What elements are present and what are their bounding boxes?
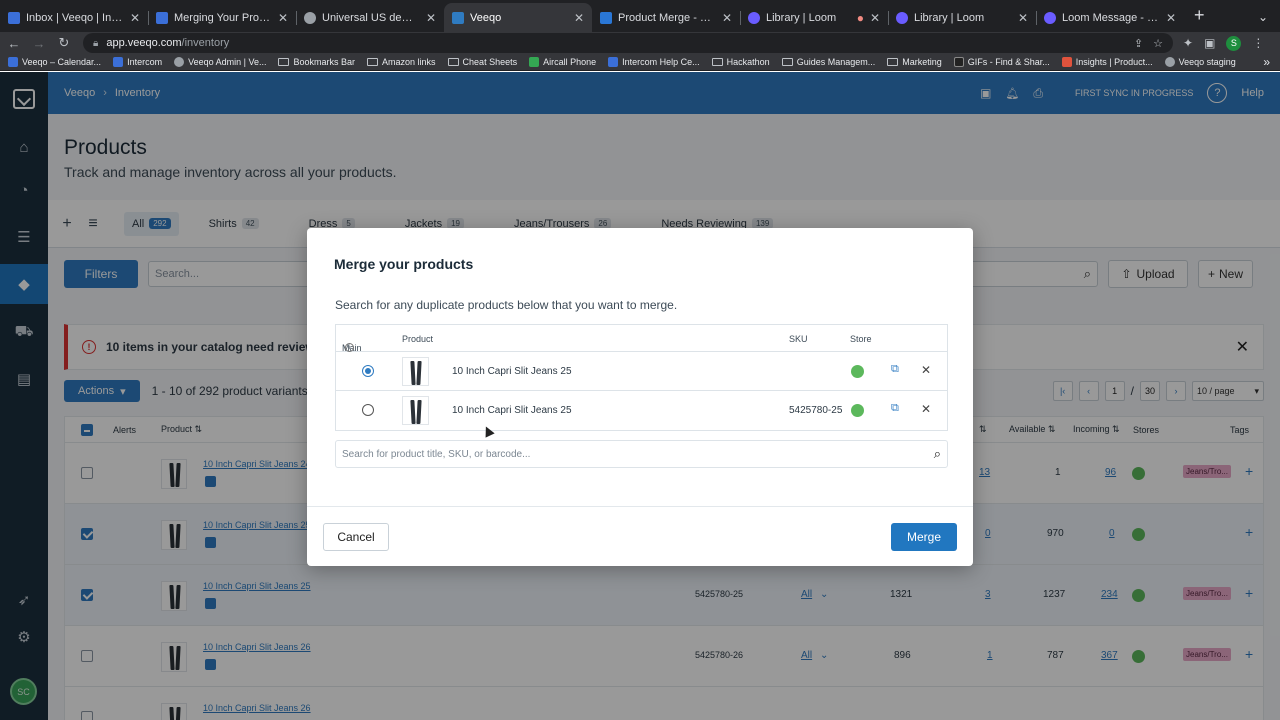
tab-favicon-icon: [1044, 11, 1056, 24]
browser-menu-icon[interactable]: ⋮: [1252, 36, 1264, 50]
merge-product-name: 10 Inch Capri Slit Jeans 25: [452, 366, 572, 377]
merge-products-table: Main i Product SKU Store 10 Inch Capri Sl…: [335, 324, 948, 431]
bookmark-item[interactable]: Insights | Product...: [1061, 57, 1153, 67]
tab-favicon-icon: [304, 11, 316, 24]
forward-icon[interactable]: →: [28, 36, 50, 51]
tab-favicon-icon: [156, 11, 168, 24]
close-tab-icon[interactable]: ✕: [426, 11, 436, 25]
modal-description: Search for any duplicate products below …: [335, 298, 678, 312]
folder-icon: [887, 58, 899, 66]
bookmark-folder[interactable]: Marketing: [887, 57, 942, 67]
product-thumbnail: [402, 357, 429, 386]
merge-search-input[interactable]: Search for product title, SKU, or barcod…: [335, 440, 948, 468]
share-icon[interactable]: ⇪: [1134, 37, 1143, 50]
bookmark-favicon-icon: [113, 57, 124, 67]
merge-product-name: 10 Inch Capri Slit Jeans 25: [452, 405, 572, 416]
bookmark-favicon-icon: [608, 57, 619, 67]
merge-row: 10 Inch Capri Slit Jeans 25 ⧉ ✕: [336, 352, 947, 391]
browser-tab[interactable]: Product Merge - Quip ✕: [592, 3, 740, 32]
bookmark-item[interactable]: Veeqo Admin | Ve...: [174, 57, 266, 67]
modal-title: Merge your products: [334, 256, 474, 272]
browser-tab[interactable]: Universal US demo standard✕: [296, 3, 444, 32]
new-tab-icon[interactable]: +: [1184, 5, 1215, 32]
bookmark-favicon-icon: [1164, 57, 1175, 67]
close-tab-icon[interactable]: ✕: [722, 11, 732, 25]
open-external-icon[interactable]: ⧉: [891, 402, 899, 415]
merge-product-sku: 5425780-25: [789, 405, 843, 416]
profile-avatar[interactable]: S: [1226, 35, 1242, 51]
recording-icon: ●: [856, 10, 864, 25]
search-icon[interactable]: ⌕: [934, 446, 941, 462]
bookmark-item[interactable]: Aircall Phone: [529, 57, 596, 67]
main-product-radio[interactable]: [362, 404, 374, 416]
folder-icon: [447, 58, 459, 66]
jeans-icon: [411, 400, 421, 424]
close-tab-icon[interactable]: ✕: [574, 11, 584, 25]
bookmark-folder[interactable]: Amazon links: [367, 57, 436, 67]
folder-icon: [278, 58, 290, 66]
reload-icon[interactable]: ↻: [53, 35, 75, 51]
browser-tab[interactable]: Library | Loom ● ✕: [740, 3, 888, 32]
close-tab-icon[interactable]: ✕: [1018, 11, 1028, 25]
bookmarks-bar: Veeqo – Calendar... Intercom Veeqo Admin…: [0, 54, 1280, 71]
merge-table-header: Main i Product SKU Store: [336, 325, 947, 353]
browser-tab[interactable]: Library | Loom ✕: [888, 3, 1036, 32]
browser-tab-strip: Inbox | Veeqo | Intercom✕ Merging Your P…: [0, 0, 1280, 32]
tab-favicon-icon: [600, 11, 612, 24]
bookmark-folder[interactable]: Hackathon: [711, 57, 770, 67]
main-product-radio[interactable]: [362, 365, 374, 377]
lock-icon: 🔒︎: [93, 37, 99, 49]
remove-row-icon[interactable]: ✕: [921, 363, 931, 377]
open-external-icon[interactable]: ⧉: [891, 363, 899, 376]
tab-favicon-icon: [452, 11, 464, 24]
store-icon: [851, 365, 864, 378]
bookmark-item[interactable]: Veeqo – Calendar...: [8, 57, 101, 67]
remove-row-icon[interactable]: ✕: [921, 402, 931, 416]
address-bar: ← → ↻ 🔒︎ app.veeqo.com/inventory ⇪ ☆ ✦ ▣…: [0, 32, 1280, 54]
side-panel-icon[interactable]: ▣: [1204, 36, 1215, 50]
bookmark-favicon-icon: [529, 57, 540, 67]
close-tab-icon[interactable]: ✕: [130, 11, 140, 25]
bookmark-favicon-icon: [174, 57, 185, 67]
merge-row: 10 Inch Capri Slit Jeans 25 5425780-25 ⧉…: [336, 391, 947, 430]
bookmark-item[interactable]: Intercom: [113, 57, 162, 67]
browser-tab[interactable]: Loom Message - 10 Novemb✕: [1036, 3, 1184, 32]
modal-footer: Cancel Merge: [307, 506, 973, 566]
bookmark-folder[interactable]: Guides Managem...: [781, 57, 875, 67]
close-tab-icon[interactable]: ✕: [1166, 11, 1176, 25]
bookmark-item[interactable]: Veeqo staging: [1164, 57, 1236, 67]
store-icon: [851, 404, 864, 417]
tab-favicon-icon: [8, 11, 20, 24]
cancel-button[interactable]: Cancel: [323, 523, 389, 551]
bookmark-favicon-icon: [953, 57, 964, 67]
bookmark-folder[interactable]: Bookmarks Bar: [278, 57, 355, 67]
browser-tab[interactable]: Inbox | Veeqo | Intercom✕: [0, 3, 148, 32]
tab-search-icon[interactable]: ⌄: [1246, 10, 1280, 32]
folder-icon: [367, 58, 379, 66]
merge-button[interactable]: Merge: [891, 523, 957, 551]
back-icon[interactable]: ←: [3, 36, 25, 51]
bookmark-favicon-icon: [1061, 57, 1072, 67]
close-tab-icon[interactable]: ✕: [870, 11, 880, 25]
tab-favicon-icon: [748, 11, 760, 24]
url-input[interactable]: 🔒︎ app.veeqo.com/inventory ⇪ ☆: [83, 33, 1173, 53]
product-thumbnail: [402, 396, 429, 425]
merge-products-modal: Merge your products Search for any dupli…: [307, 228, 973, 566]
bookmark-star-icon[interactable]: ☆: [1153, 37, 1163, 50]
folder-icon: [781, 58, 793, 66]
folder-icon: [711, 58, 723, 66]
close-tab-icon[interactable]: ✕: [278, 11, 288, 25]
browser-tab-active[interactable]: Veeqo ✕: [444, 3, 592, 32]
bookmark-folder[interactable]: Cheat Sheets: [447, 57, 517, 67]
extensions-icon[interactable]: ✦: [1183, 36, 1193, 50]
info-icon[interactable]: i: [345, 343, 354, 352]
tab-favicon-icon: [896, 11, 908, 24]
bookmark-item[interactable]: GIFs - Find & Shar...: [953, 57, 1050, 67]
bookmark-item[interactable]: Intercom Help Ce...: [608, 57, 700, 67]
browser-tab[interactable]: Merging Your Products | Arti✕: [148, 3, 296, 32]
bookmark-favicon-icon: [8, 57, 18, 67]
jeans-icon: [411, 361, 421, 385]
more-bookmarks-icon[interactable]: »: [1263, 55, 1270, 69]
